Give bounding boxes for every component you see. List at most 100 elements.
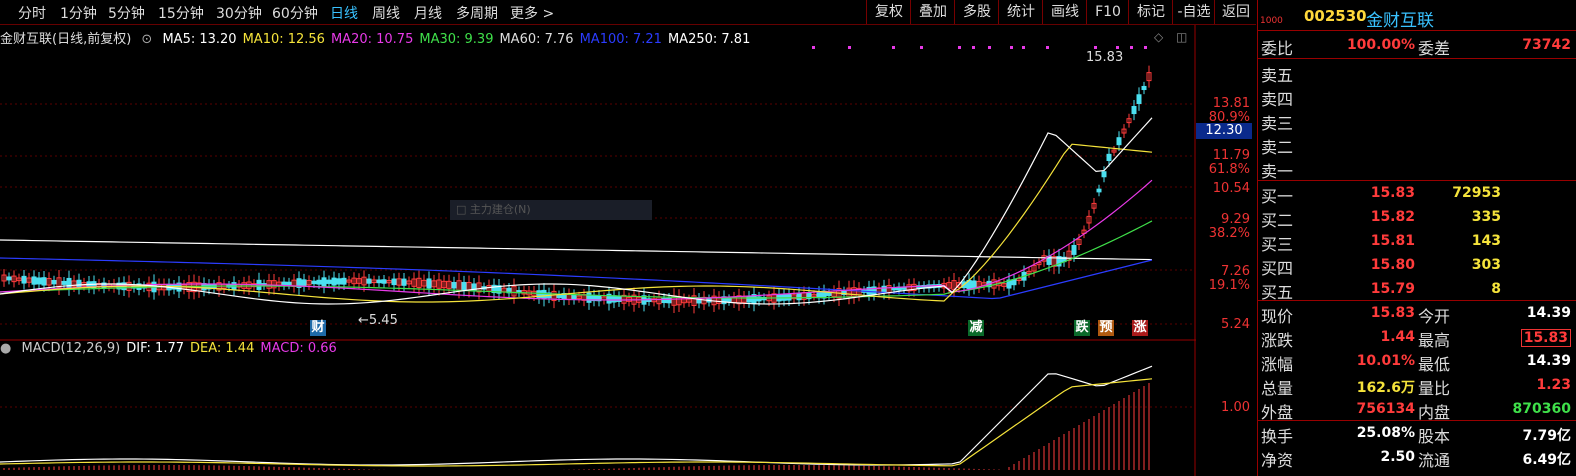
period-tab-6[interactable]: 日线	[330, 3, 358, 23]
tool-button-0[interactable]: 复权	[866, 0, 911, 24]
macd-bullet-icon: ●	[0, 341, 12, 356]
period-tab-8[interactable]: 月线	[414, 3, 442, 23]
candle-body	[571, 294, 577, 300]
candle-body	[826, 292, 832, 296]
signal-marker[interactable]: 预	[1098, 320, 1114, 336]
ask-row: 卖五	[1261, 66, 1294, 85]
quote-row: 换手 25.08% 股本 7.79亿	[1261, 425, 1571, 446]
stock-name[interactable]: 金财互联	[1366, 6, 1434, 31]
ma-item-2: MA20: 10.75	[330, 32, 414, 47]
price-axis-label: 61.8%	[1208, 162, 1250, 177]
period-tab-9[interactable]: 多周期	[456, 3, 498, 23]
candle-body	[286, 281, 292, 286]
bid-volume: 143	[1471, 233, 1501, 249]
weicha-value: 73742	[1522, 37, 1571, 53]
candle-body	[381, 279, 387, 284]
signal-marker[interactable]: 跌	[1074, 320, 1090, 336]
candle-body	[316, 279, 322, 285]
candle-body	[611, 295, 617, 303]
watermark-overlay: □ 主力建仓(N)	[450, 200, 652, 220]
candle-body	[391, 278, 397, 286]
tool-button-7[interactable]: -自选	[1172, 0, 1215, 24]
dropdown-icon[interactable]: ⊙	[141, 32, 152, 47]
stock-code: 002530	[1304, 7, 1367, 25]
macd-item-2: DEA: 1.44	[190, 341, 255, 356]
period-tab-2[interactable]: 5分钟	[108, 3, 145, 23]
candle-body	[1106, 153, 1112, 162]
price-axis-label: 9.29	[1221, 212, 1250, 227]
kline-chart[interactable]	[0, 0, 1256, 476]
chart-title: 金财互联(日线,前复权)	[0, 32, 132, 47]
period-tab-4[interactable]: 30分钟	[216, 3, 262, 23]
candle-body	[1101, 171, 1107, 178]
candle-body	[321, 277, 327, 287]
candle-body	[1116, 137, 1122, 146]
current-price-tag: 12.30	[1196, 123, 1252, 139]
bid-row: 买五 15.79 8	[1261, 281, 1501, 302]
ma-item-4: MA60: 7.76	[499, 32, 574, 47]
candle-body	[376, 279, 382, 284]
period-tab-7[interactable]: 周线	[372, 3, 400, 23]
candle-body	[541, 289, 547, 300]
period-tab-3[interactable]: 15分钟	[158, 3, 204, 23]
macd-item-0: MACD(12,26,9)	[21, 341, 121, 356]
price-axis-label: 38.2%	[1208, 226, 1250, 241]
candle-body	[51, 279, 57, 285]
signal-marker[interactable]: 财	[310, 320, 326, 336]
quote-row: 外盘 756134 内盘 870360	[1261, 401, 1571, 422]
quote-row: 涨幅 10.01% 最低 14.39	[1261, 353, 1571, 374]
ma-legend: 金财互联(日线,前复权) ⊙ MA5: 13.20 MA10: 12.56 MA20…	[0, 28, 762, 47]
bid-volume: 8	[1491, 281, 1501, 297]
bid-volume: 72953	[1452, 185, 1501, 201]
bid-price: 15.82	[1370, 209, 1415, 225]
stock-header: 1000 002530 金财互联	[1258, 0, 1576, 31]
price-axis-label: 11.79	[1212, 148, 1250, 163]
candle-body	[1141, 85, 1147, 91]
tool-button-5[interactable]: F10	[1086, 0, 1129, 24]
bid-row: 买一 15.83 72953	[1261, 185, 1501, 206]
candle-body	[366, 278, 372, 284]
diamond-icon[interactable]: ◇	[1154, 30, 1163, 44]
macd-item-3: MACD: 0.66	[260, 341, 337, 356]
candle-body	[311, 280, 317, 285]
ask-row: 卖二	[1261, 138, 1294, 157]
signal-marker[interactable]: 涨	[1132, 320, 1148, 336]
tool-button-2[interactable]: 多股	[954, 0, 999, 24]
ma-item-1: MA10: 12.56	[242, 32, 325, 47]
price-axis-label: 10.54	[1212, 181, 1250, 196]
period-tab-5[interactable]: 60分钟	[272, 3, 318, 23]
bid-volume: 303	[1471, 257, 1501, 273]
bid-price: 15.83	[1370, 185, 1415, 201]
period-tab-0[interactable]: 分时	[18, 3, 46, 23]
candle-body	[6, 276, 12, 281]
candle-body	[331, 277, 337, 286]
bid-row: 买二 15.82 335	[1261, 209, 1501, 230]
quote-row: 净资 2.50 流通 6.49亿	[1261, 449, 1571, 470]
candle-body	[1071, 244, 1077, 255]
quote-panel: 1000 002530 金财互联 委比 100.00% 委差 73742 卖五卖…	[1257, 0, 1576, 476]
candle-body	[1096, 188, 1102, 193]
bid-price: 15.79	[1370, 281, 1415, 297]
tool-button-1[interactable]: 叠加	[910, 0, 955, 24]
signal-marker[interactable]: 减	[968, 320, 984, 336]
candle-body	[61, 280, 67, 285]
candle-body	[401, 278, 407, 286]
candle-body	[426, 278, 432, 289]
period-tab-10[interactable]: 更多 >	[510, 3, 554, 23]
period-tab-1[interactable]: 1分钟	[60, 3, 97, 23]
ask-row: 卖一	[1261, 162, 1294, 181]
tool-button-4[interactable]: 画线	[1042, 0, 1087, 24]
tool-button-3[interactable]: 统计	[998, 0, 1043, 24]
quote-row: 现价 15.83 今开 14.39	[1261, 305, 1571, 326]
tool-button-6[interactable]: 标记	[1128, 0, 1173, 24]
candle-body	[66, 277, 72, 289]
tool-button-8[interactable]: 返回	[1214, 0, 1257, 24]
ask-row: 卖三	[1261, 114, 1294, 133]
candle-body	[786, 293, 792, 301]
panel-toggle-icon[interactable]: ◫	[1176, 30, 1187, 44]
macd-item-1: DIF: 1.77	[126, 341, 184, 356]
candle-body	[1131, 105, 1137, 115]
bid-volume: 335	[1471, 209, 1501, 225]
candle-body	[616, 296, 622, 302]
candle-body	[41, 277, 47, 286]
